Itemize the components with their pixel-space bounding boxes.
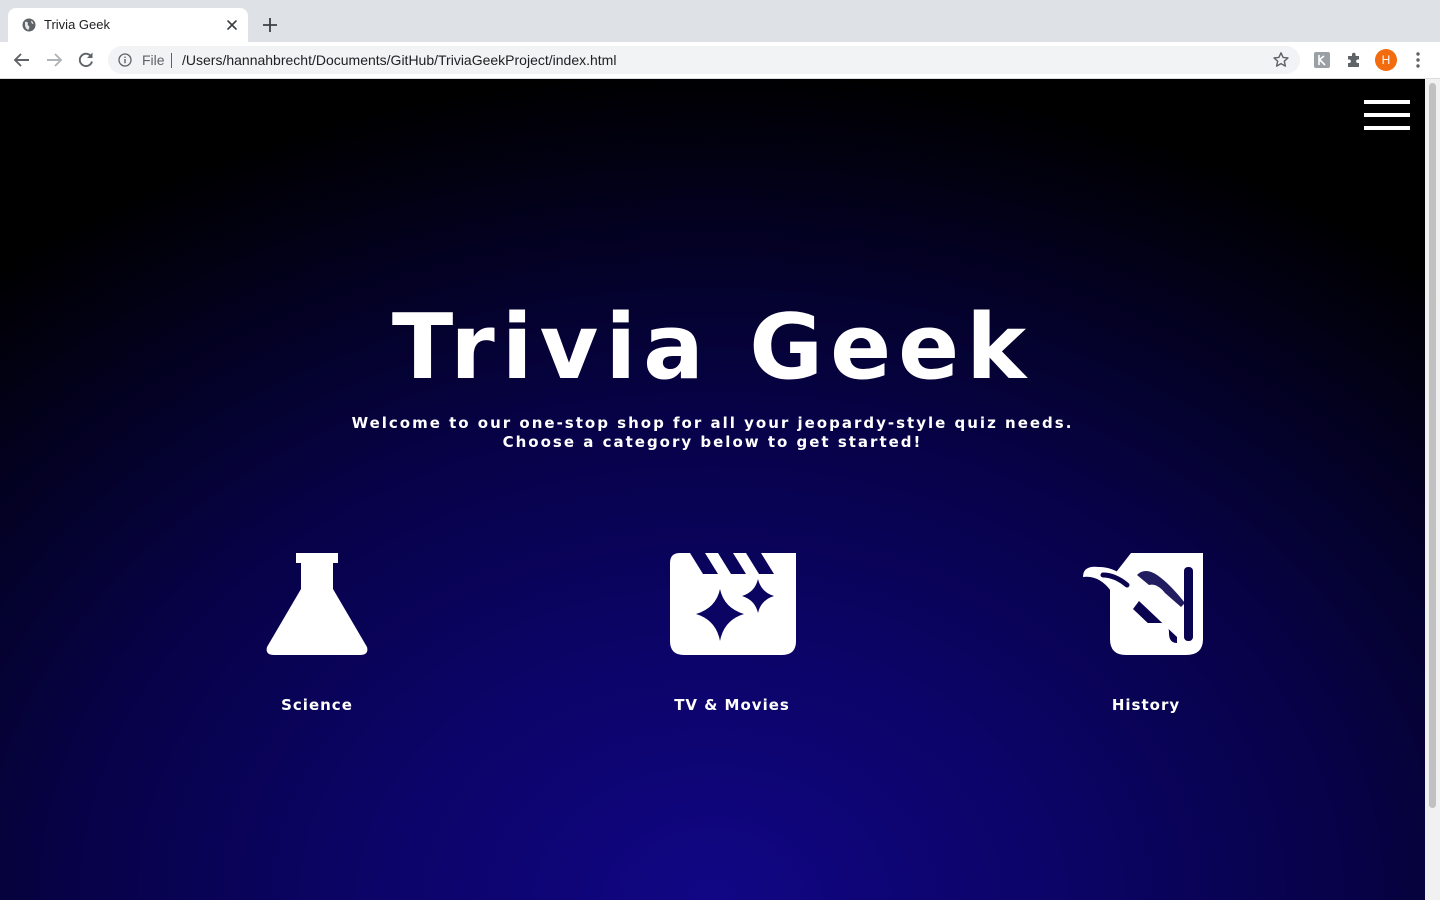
- browser-tab[interactable]: Trivia Geek: [8, 8, 248, 42]
- browser-tab-strip: Trivia Geek: [0, 0, 1440, 42]
- reload-icon[interactable]: [76, 50, 96, 70]
- scroll-icon: [1083, 553, 1203, 655]
- site-title: Trivia Geek: [391, 295, 1034, 400]
- tab-title: Trivia Geek: [44, 17, 110, 32]
- back-arrow-icon[interactable]: [12, 50, 32, 70]
- browser-toolbar: File /Users/hannahbrecht/Documents/GitHu…: [0, 42, 1440, 79]
- bookmark-star-icon[interactable]: [1272, 51, 1290, 69]
- new-tab-plus-icon[interactable]: [260, 15, 280, 35]
- info-icon[interactable]: [118, 53, 132, 67]
- category-history[interactable]: History: [1016, 551, 1276, 721]
- intro-text: Welcome to our one-stop shop for all you…: [0, 414, 1425, 452]
- intro-line-1: Welcome to our one-stop shop for all you…: [351, 414, 1074, 432]
- hamburger-menu-icon[interactable]: [1364, 100, 1410, 132]
- page-scrollbar[interactable]: [1425, 79, 1440, 900]
- category-science[interactable]: Science: [187, 551, 447, 721]
- scrollbar-thumb[interactable]: [1429, 83, 1436, 808]
- category-tv-movies[interactable]: TV & Movies: [602, 551, 862, 721]
- globe-icon: [22, 18, 36, 32]
- close-icon[interactable]: [224, 17, 240, 33]
- category-label: History: [1111, 696, 1181, 714]
- page-viewport: Trivia Geek Welcome to our one-stop shop…: [0, 79, 1425, 900]
- flask-icon: [266, 553, 368, 655]
- category-label: TV & Movies: [674, 696, 790, 714]
- profile-avatar[interactable]: H: [1375, 49, 1397, 71]
- intro-line-2: Choose a category below to get started!: [502, 433, 923, 451]
- category-label: Science: [281, 696, 353, 714]
- url-text[interactable]: /Users/hannahbrecht/Documents/GitHub/Tri…: [182, 52, 616, 68]
- file-scheme-label: File: [142, 52, 165, 68]
- omnibox-divider: [171, 53, 172, 68]
- forward-arrow-icon[interactable]: [44, 50, 64, 70]
- address-bar[interactable]: File /Users/hannahbrecht/Documents/GitHu…: [108, 46, 1300, 74]
- clapperboard-icon: [670, 553, 796, 655]
- browser-menu-icon[interactable]: [1409, 50, 1427, 70]
- extensions-puzzle-icon[interactable]: [1345, 51, 1363, 69]
- extension-app-icon[interactable]: [1313, 51, 1331, 69]
